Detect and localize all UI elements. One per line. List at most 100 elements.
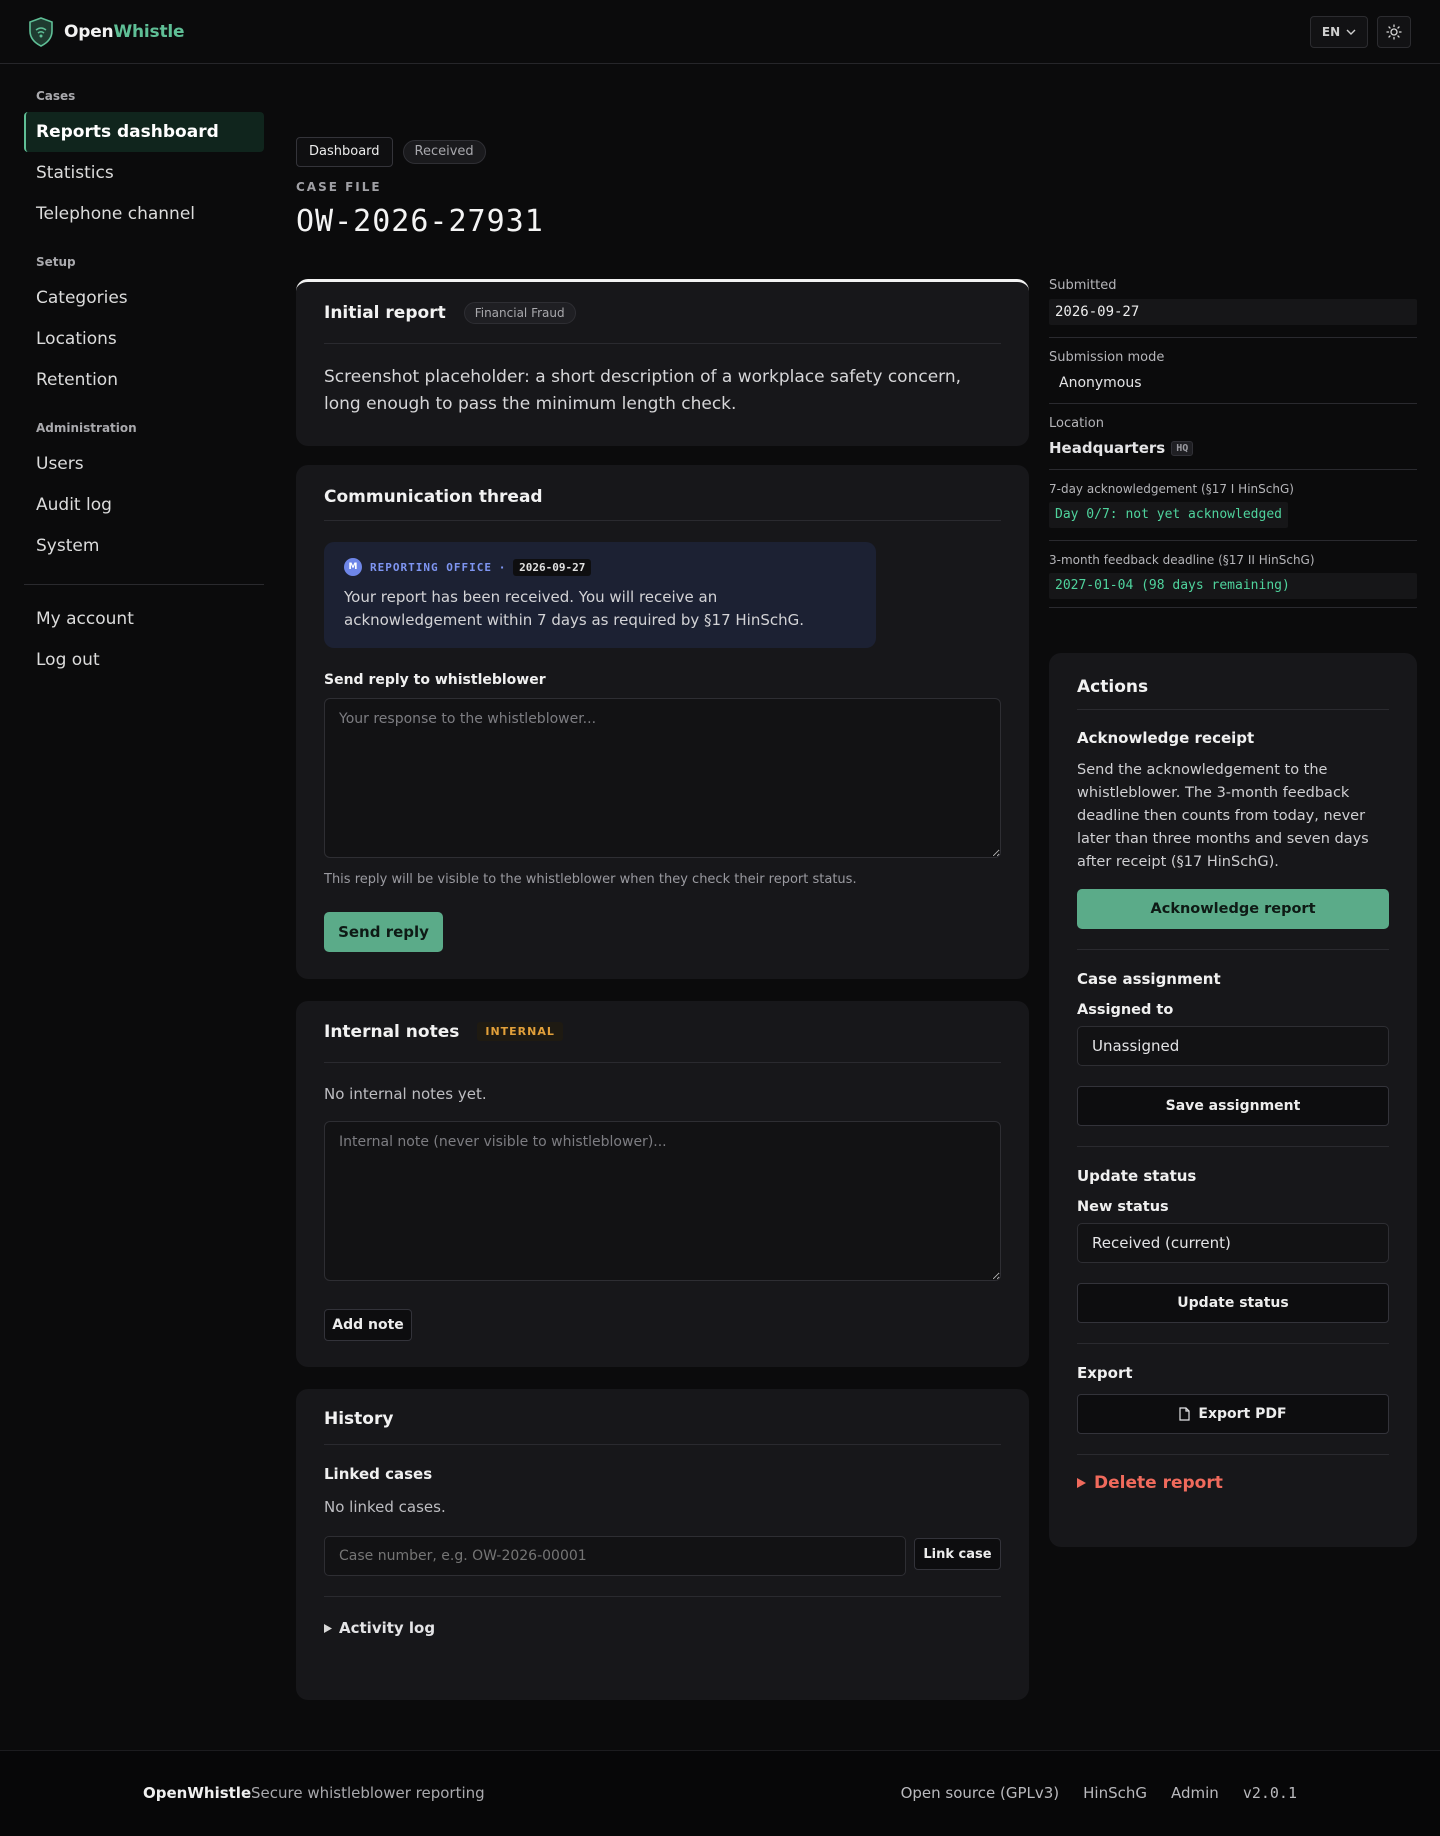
history-title: History: [324, 1408, 394, 1429]
activity-log-label: Activity log: [339, 1619, 436, 1637]
document-icon: [1179, 1407, 1191, 1421]
breadcrumb: Dashboard Received: [296, 137, 486, 167]
meta-divider: [1049, 403, 1417, 404]
sidebar-item-users[interactable]: Users: [24, 444, 264, 484]
meta-divider: [1049, 337, 1417, 338]
notes-empty-text: No internal notes yet.: [324, 1085, 487, 1103]
export-pdf-label: Export PDF: [1198, 1406, 1287, 1422]
history-divider: [324, 1596, 1001, 1597]
sidebar-item-locations[interactable]: Locations: [24, 319, 264, 359]
submitted-label: Submitted: [1049, 278, 1117, 293]
submission-mode-label: Submission mode: [1049, 350, 1165, 365]
message-sender: REPORTING OFFICE: [370, 560, 492, 574]
notes-title: Internal notes: [324, 1021, 460, 1042]
save-assignment-button[interactable]: Save assignment: [1077, 1086, 1389, 1126]
theme-toggle-button[interactable]: [1377, 16, 1411, 48]
initial-report-title: Initial report: [324, 302, 446, 323]
language-select[interactable]: EN: [1310, 16, 1368, 48]
sidebar-group-administration: Administration: [36, 421, 137, 435]
thread-message: M REPORTING OFFICE · 2026-09-27 Your rep…: [324, 542, 876, 648]
dashboard-back-button[interactable]: Dashboard: [296, 137, 393, 167]
feedback-deadline-label: 3-month feedback deadline (§17 II HinSch…: [1049, 553, 1315, 567]
sidebar-item-reports-dashboard[interactable]: Reports dashboard: [24, 112, 264, 152]
assigned-to-label: Assigned to: [1077, 1002, 1174, 1018]
history-card: History Linked cases No linked cases. Li…: [296, 1389, 1029, 1700]
actions-divider: [1077, 949, 1389, 950]
export-pdf-button[interactable]: Export PDF: [1077, 1394, 1389, 1434]
sidebar-item-my-account[interactable]: My account: [24, 599, 264, 639]
top-bar: OpenWhistle EN: [0, 0, 1440, 64]
add-note-button[interactable]: Add note: [324, 1309, 412, 1341]
ack-deadline-label: 7-day acknowledgement (§17 I HinSchG): [1049, 482, 1294, 496]
reply-textarea[interactable]: [324, 698, 1001, 858]
meta-divider: [1049, 469, 1417, 470]
actions-card: Actions Acknowledge receipt Send the ack…: [1049, 653, 1417, 1547]
footer-link-hinschg[interactable]: HinSchG: [1083, 1784, 1147, 1802]
ack-deadline-value: Day 0/7: not yet acknowledged: [1049, 502, 1288, 528]
assignee-select[interactable]: Unassigned: [1077, 1026, 1389, 1066]
feedback-deadline-value: 2027-01-04 (98 days remaining): [1049, 573, 1417, 599]
send-reply-button[interactable]: Send reply: [324, 912, 443, 952]
reply-label: Send reply to whistleblower: [324, 672, 546, 688]
internal-note-textarea[interactable]: [324, 1121, 1001, 1281]
brand-name: OpenWhistle: [64, 22, 185, 42]
footer-version: v2.0.1: [1242, 1784, 1297, 1802]
export-title: Export: [1077, 1364, 1133, 1382]
language-label: EN: [1321, 25, 1341, 39]
sidebar: Cases Reports dashboard Statistics Telep…: [24, 64, 264, 680]
new-status-label: New status: [1077, 1199, 1169, 1215]
acknowledge-report-button[interactable]: Acknowledge report: [1077, 889, 1389, 929]
location-value: Headquarters: [1049, 439, 1166, 457]
link-case-button[interactable]: Link case: [914, 1538, 1001, 1570]
delete-report-label: Delete report: [1094, 1473, 1223, 1493]
update-status-title: Update status: [1077, 1167, 1197, 1185]
footer-links: Open source (GPLv3) HinSchG Admin v2.0.1: [901, 1784, 1297, 1802]
location-row: Headquarters HQ: [1049, 439, 1417, 457]
initial-report-text: Screenshot placeholder: a short descript…: [324, 367, 962, 414]
activity-log-toggle[interactable]: Activity log: [324, 1619, 435, 1637]
internal-notes-card: Internal notes INTERNAL No internal note…: [296, 1001, 1029, 1367]
update-status-button[interactable]: Update status: [1077, 1283, 1389, 1323]
submitted-value: 2026-09-27: [1049, 299, 1417, 325]
triangle-right-icon: [324, 1623, 332, 1633]
sidebar-item-retention[interactable]: Retention: [24, 360, 264, 400]
case-metadata: Submitted 2026-09-27 Submission mode Ano…: [1049, 278, 1417, 608]
acknowledge-text: Send the acknowledgement to the whistleb…: [1077, 762, 1369, 870]
sidebar-item-statistics[interactable]: Statistics: [24, 153, 264, 193]
triangle-right-icon: [1077, 1478, 1086, 1488]
sidebar-item-telephone-channel[interactable]: Telephone channel: [24, 194, 264, 234]
internal-badge: INTERNAL: [477, 1022, 563, 1041]
linked-cases-empty: No linked cases.: [324, 1498, 446, 1516]
sidebar-item-system[interactable]: System: [24, 526, 264, 566]
brand-logo-link[interactable]: OpenWhistle: [28, 17, 185, 47]
link-case-input[interactable]: [324, 1536, 906, 1576]
sun-icon: [1386, 24, 1402, 40]
footer-link-open-source[interactable]: Open source (GPLv3): [901, 1784, 1060, 1802]
reply-hint: This reply will be visible to the whistl…: [324, 872, 857, 887]
thread-title: Communication thread: [324, 486, 543, 507]
location-label: Location: [1049, 416, 1104, 431]
case-file-label: CASE FILE: [296, 180, 382, 194]
sidebar-group-setup: Setup: [36, 255, 76, 269]
status-select[interactable]: Received (current): [1077, 1223, 1389, 1263]
initial-report-card: Initial report Financial Fraud Screensho…: [296, 279, 1029, 446]
message-date: 2026-09-27: [513, 558, 592, 576]
status-badge: Received: [402, 140, 486, 164]
case-assignment-title: Case assignment: [1077, 970, 1221, 988]
chevron-down-icon: [1346, 29, 1356, 35]
sidebar-item-audit-log[interactable]: Audit log: [24, 485, 264, 525]
shield-logo-icon: [29, 17, 53, 47]
footer-brand: OpenWhistle: [143, 1784, 252, 1802]
sidebar-item-categories[interactable]: Categories: [24, 278, 264, 318]
sidebar-item-log-out[interactable]: Log out: [24, 640, 264, 680]
sidebar-group-cases: Cases: [36, 89, 76, 103]
delete-report-toggle[interactable]: Delete report: [1077, 1473, 1389, 1493]
acknowledge-title: Acknowledge receipt: [1077, 729, 1255, 747]
meta-divider: [1049, 607, 1417, 608]
footer-link-admin[interactable]: Admin: [1171, 1784, 1219, 1802]
linked-cases-label: Linked cases: [324, 1465, 433, 1483]
actions-divider: [1077, 1343, 1389, 1344]
message-separator: ·: [499, 560, 506, 574]
footer-tagline: Secure whistleblower reporting: [251, 1784, 485, 1802]
sender-avatar: M: [344, 558, 362, 576]
